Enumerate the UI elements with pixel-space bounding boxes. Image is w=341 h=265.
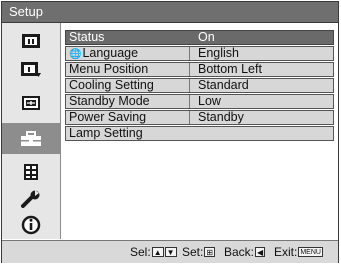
back-hint-label: Back: xyxy=(224,245,255,259)
wrench-icon xyxy=(21,189,40,208)
title-bar: Setup xyxy=(2,2,338,23)
menu-row-label: Status xyxy=(66,31,190,44)
enter-key-icon: ⊞ xyxy=(204,247,216,257)
menu-row-label: Menu Position xyxy=(66,63,190,76)
menu-row-status[interactable]: Status On xyxy=(65,30,334,45)
sidebar-item-picture-adjust[interactable] xyxy=(8,58,54,81)
sidebar-item-information[interactable] xyxy=(8,213,54,236)
exit-hint: Exit: MENU xyxy=(274,245,323,259)
sidebar-item-screen[interactable] xyxy=(8,91,54,114)
exit-hint-label: Exit: xyxy=(274,245,298,259)
menu-row-label: Language xyxy=(82,46,139,60)
menu-row-lamp-setting[interactable]: Lamp Setting xyxy=(65,126,334,141)
sidebar-item-function[interactable] xyxy=(8,160,54,183)
function-list-icon xyxy=(24,163,38,180)
left-key-icon: ◀ xyxy=(255,247,266,257)
picture-adjust-icon xyxy=(21,61,41,77)
menu-row-cooling-setting[interactable]: Cooling Setting Standard xyxy=(65,78,334,93)
sidebar-item-installation[interactable] xyxy=(8,187,54,210)
sidebar-item-picture[interactable] xyxy=(8,29,54,52)
globe-icon: 🌐 xyxy=(69,49,82,60)
menu-row-value: Low xyxy=(198,94,221,108)
menu-row-value: Bottom Left xyxy=(198,62,262,76)
menu-row-language[interactable]: 🌐Language English xyxy=(65,46,334,61)
sidebar xyxy=(2,23,61,239)
menu-key-icon: MENU xyxy=(298,247,323,257)
menu-row-value: English xyxy=(198,46,239,60)
screen-icon xyxy=(22,95,40,110)
page-title: Setup xyxy=(9,4,43,19)
menu-row-standby-mode[interactable]: Standby Mode Low xyxy=(65,94,334,109)
menu-row-label: Power Saving xyxy=(66,111,190,124)
setup-toolbox-icon xyxy=(21,130,41,146)
menu-row-value: Standard xyxy=(198,78,249,92)
status-bar: Sel: ▲ ▼ Set: ⊞ Back: ◀ Exit: MENU xyxy=(2,240,338,263)
sidebar-item-setup[interactable] xyxy=(2,123,60,154)
menu-row-value: Standby xyxy=(198,110,244,124)
menu-row-label: Standby Mode xyxy=(66,95,190,108)
menu-row-menu-position[interactable]: Menu Position Bottom Left xyxy=(65,62,334,77)
set-hint-label: Set: xyxy=(182,245,204,259)
back-hint: Back: ◀ xyxy=(224,245,266,259)
info-icon xyxy=(21,215,41,234)
picture-icon xyxy=(22,33,40,48)
down-key-icon: ▼ xyxy=(164,247,177,257)
select-hint: Sel: ▲ ▼ xyxy=(130,245,177,259)
select-hint-label: Sel: xyxy=(130,245,151,259)
set-hint: Set: ⊞ xyxy=(182,245,216,259)
menu-row-power-saving[interactable]: Power Saving Standby xyxy=(65,110,334,125)
menu-row-label-wrap: 🌐Language xyxy=(66,47,190,60)
menu-row-label: Lamp Setting xyxy=(69,126,143,140)
up-key-icon: ▲ xyxy=(151,247,164,257)
setup-screen: Setup Status On 🌐Language English Menu P… xyxy=(1,1,339,263)
menu-row-label: Cooling Setting xyxy=(66,79,190,92)
menu-row-value: On xyxy=(198,30,215,44)
